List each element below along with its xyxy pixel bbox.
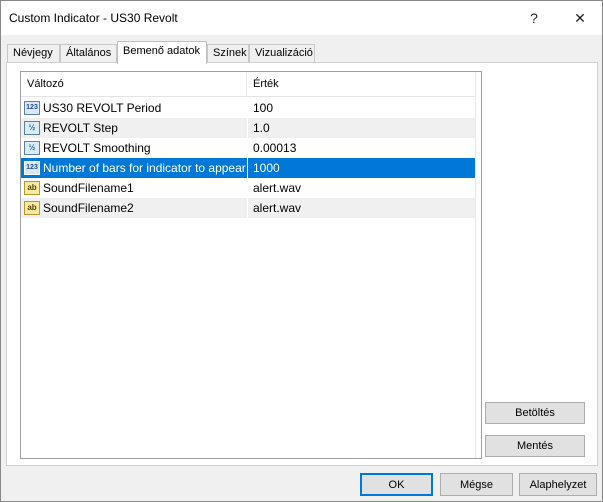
tab-general[interactable]: Általános [60,44,117,63]
help-button[interactable]: ? [511,1,557,35]
row-value[interactable]: 100 [247,98,475,118]
int-icon: 123 [24,101,40,115]
tab-panel: Változó Érték 123 US30 REVOLT Period 100… [6,62,598,466]
ok-button[interactable]: OK [360,473,433,496]
cancel-button[interactable]: Mégse [440,473,513,496]
double-icon: ½ [24,121,40,135]
table-row[interactable]: ab SoundFilename1 alert.wav [21,178,475,198]
row-value[interactable]: alert.wav [247,198,475,218]
table-row[interactable]: ab SoundFilename2 alert.wav [21,198,475,218]
save-button[interactable]: Mentés [485,435,585,457]
string-icon: ab [24,201,40,215]
row-value[interactable]: 1000 [247,158,475,178]
row-name: REVOLT Step [43,121,118,135]
grid-header: Változó Érték [21,72,475,97]
tab-visualization[interactable]: Vizualizáció [249,44,315,63]
row-name: US30 REVOLT Period [43,101,162,115]
row-name: REVOLT Smoothing [43,141,151,155]
tab-colors[interactable]: Színek [207,44,249,63]
row-name: Number of bars for indicator to appear [43,161,246,175]
table-row-selected[interactable]: 123 Number of bars for indicator to appe… [21,158,475,178]
tab-about[interactable]: Névjegy [7,44,60,63]
row-name: SoundFilename2 [43,201,134,215]
help-icon: ? [530,10,538,26]
table-row[interactable]: 123 US30 REVOLT Period 100 [21,98,475,118]
table-row[interactable]: ½ REVOLT Step 1.0 [21,118,475,138]
grid-scrollbar[interactable] [475,72,481,458]
row-value[interactable]: 0.00013 [247,138,475,158]
close-button[interactable]: ✕ [557,1,603,35]
double-icon: ½ [24,141,40,155]
title-bar: Custom Indicator - US30 Revolt ? ✕ [1,1,602,35]
string-icon: ab [24,181,40,195]
window-title: Custom Indicator - US30 Revolt [9,11,178,25]
row-value[interactable]: alert.wav [247,178,475,198]
column-header-variable[interactable]: Változó [21,72,247,97]
inputs-grid: Változó Érték 123 US30 REVOLT Period 100… [20,71,482,459]
close-icon: ✕ [574,9,586,26]
table-row[interactable]: ½ REVOLT Smoothing 0.00013 [21,138,475,158]
dialog-window: Custom Indicator - US30 Revolt ? ✕ Névje… [0,0,603,502]
row-value[interactable]: 1.0 [247,118,475,138]
reset-button[interactable]: Alaphelyzet [519,473,597,496]
load-button[interactable]: Betöltés [485,402,585,424]
int-icon: 123 [24,161,40,175]
column-header-value[interactable]: Érték [247,72,475,97]
row-name: SoundFilename1 [43,181,134,195]
tab-inputs[interactable]: Bemenő adatok [117,41,207,64]
